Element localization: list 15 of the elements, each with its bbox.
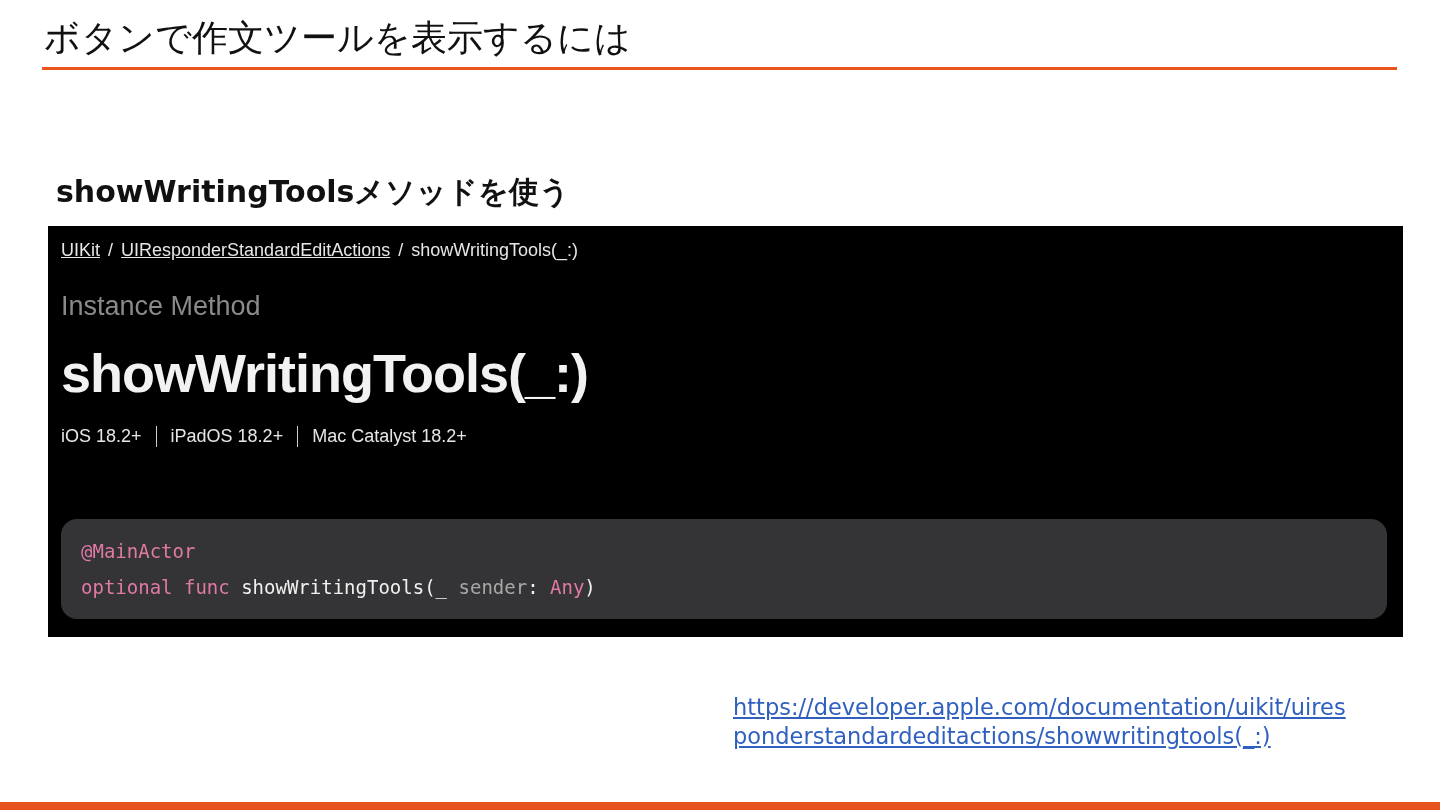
code-line: @MainActor	[81, 539, 197, 564]
method-heading: showWritingTools(_:)	[61, 342, 588, 404]
breadcrumb-link[interactable]: UIResponderStandardEditActions	[121, 240, 391, 261]
platform-availability: Mac Catalyst 18.2+	[297, 426, 481, 447]
breadcrumb-separator: /	[108, 240, 114, 261]
breadcrumb-current: showWritingTools(_:)	[411, 240, 578, 261]
code-line: optional func showWritingTools(_ sender: Any)	[81, 575, 597, 601]
slide-subtitle: showWritingToolsメソッドを使う	[56, 174, 571, 210]
platform-availability: iPadOS 18.2+	[155, 426, 298, 447]
symbol-kind: Instance Method	[61, 291, 261, 322]
slide-title: ボタンで作文ツールを表示するには	[44, 15, 631, 59]
platform-availability: iOS 18.2+	[61, 426, 143, 447]
reference-link[interactable]: https://developer.apple.com/documentation/uikit/uiresponderstandardeditactions/showwritingtools(_:)	[733, 693, 1355, 751]
breadcrumb-link[interactable]: UIKit	[61, 240, 100, 261]
breadcrumb-separator: /	[398, 240, 404, 261]
